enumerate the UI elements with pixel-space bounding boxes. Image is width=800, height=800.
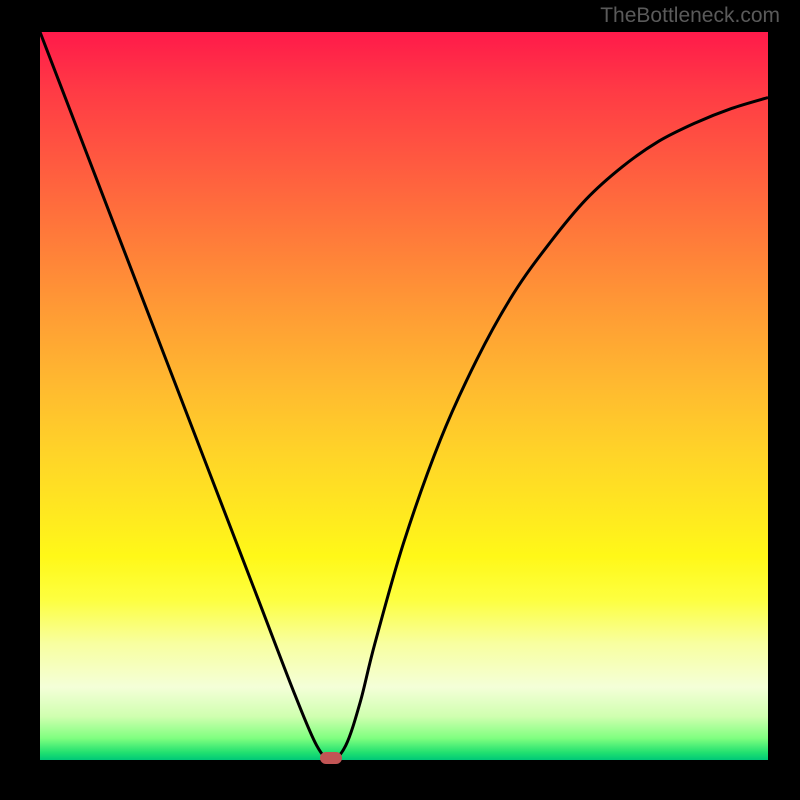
chart-plot-area <box>40 32 768 760</box>
optimal-marker <box>320 752 342 764</box>
watermark-text: TheBottleneck.com <box>600 4 780 28</box>
chart-svg <box>40 32 768 760</box>
bottleneck-curve <box>40 32 768 760</box>
